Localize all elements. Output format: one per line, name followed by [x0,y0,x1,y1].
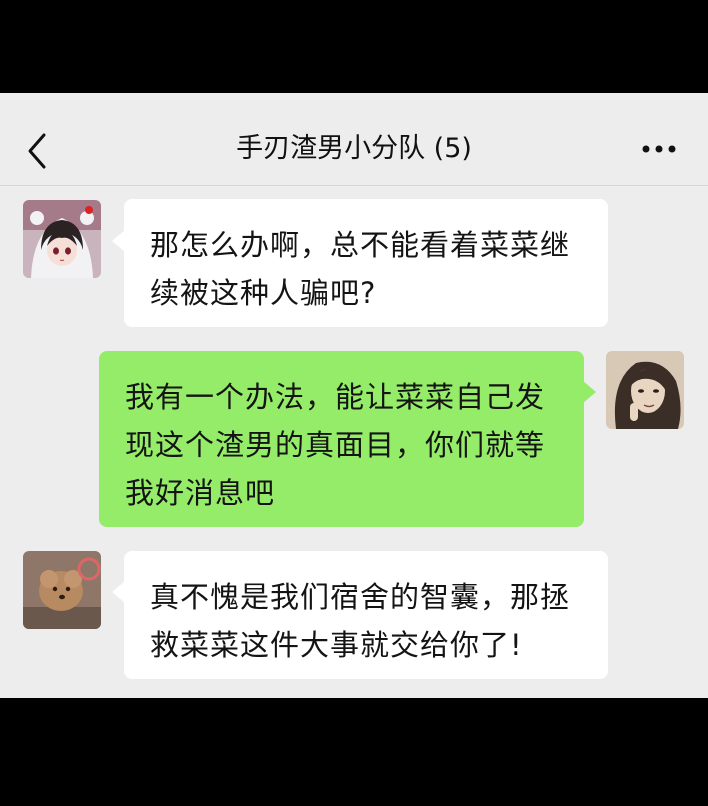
message-text-line: 那怎么办啊，总不能看着菜菜继 [150,228,571,262]
message-bubble-self[interactable]: 我有一个办法，能让菜菜自己发 现这个渣男的真面目，你们就等 我好消息吧 [99,351,584,527]
bubble-tail [112,581,125,603]
avatar[interactable] [606,351,684,429]
message-text-line: 救菜菜这件大事就交给你了! [150,628,523,662]
more-button[interactable] [640,137,680,161]
bubble-tail [112,230,125,252]
chat-header: 手刃渣男小分队 (5) [0,93,708,186]
chat-screen: 手刃渣男小分队 (5) 那怎么办啊，总不能看着菜菜继 续被这种人骗吧? 我有一个… [0,93,708,698]
avatar[interactable] [23,551,101,629]
message-text-line: 我好消息吧 [125,476,276,510]
message-bubble[interactable]: 那怎么办啊，总不能看着菜菜继 续被这种人骗吧? [124,199,608,327]
dog-avatar-icon [23,551,101,629]
message-text-line: 真不愧是我们宿舍的智囊，那拯 [150,580,571,614]
message-text-line: 我有一个办法，能让菜菜自己发 [125,380,546,414]
message-bubble[interactable]: 真不愧是我们宿舍的智囊，那拯 救菜菜这件大事就交给你了! [124,551,608,679]
message-text-line: 现这个渣男的真面目，你们就等 [125,428,546,462]
sketch-girl-avatar-icon [606,351,684,429]
anime-girl-avatar-icon [23,200,101,278]
more-dots-icon [642,145,676,153]
avatar[interactable] [23,200,101,278]
bubble-tail [583,381,596,403]
chat-title: 手刃渣男小分队 (5) [236,133,472,164]
message-text-line: 续被这种人骗吧? [150,276,377,310]
